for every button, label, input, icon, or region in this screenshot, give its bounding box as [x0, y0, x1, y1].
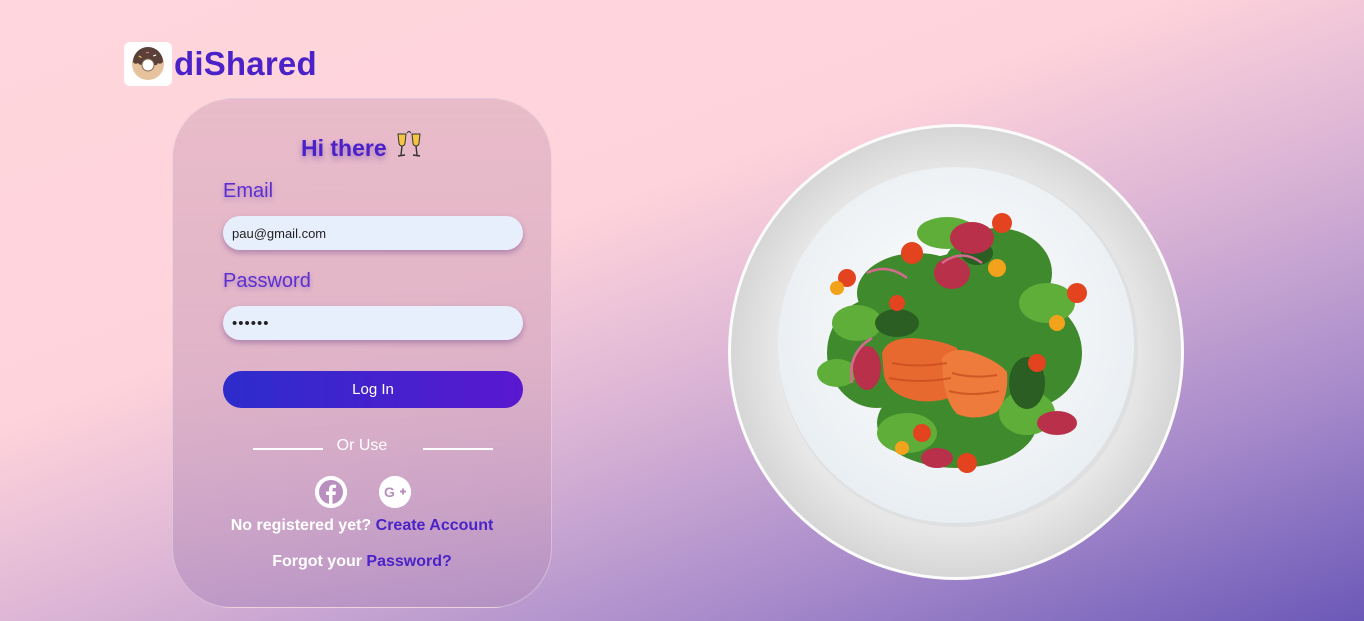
forgot-line: Forgot your Password? — [173, 553, 551, 571]
divider-line-right — [423, 448, 493, 450]
svg-text:G: G — [384, 484, 395, 500]
greeting-heading: Hi there — [173, 130, 551, 165]
facebook-icon[interactable] — [315, 476, 347, 508]
login-card: Hi there Email Password Log In Or Use — [172, 98, 552, 608]
clinking-glasses-icon — [395, 130, 423, 165]
brand[interactable]: diShared — [124, 42, 317, 86]
greeting-text: Hi there — [300, 135, 387, 161]
password-field[interactable] — [223, 306, 523, 340]
register-prompt: No registered yet? — [230, 517, 372, 534]
password-label: Password — [223, 270, 311, 292]
email-label: Email — [223, 180, 274, 202]
salmon-salad-plate — [727, 123, 1185, 581]
forgot-password-link[interactable]: Password? — [366, 553, 451, 570]
google-plus-icon[interactable]: G — [379, 476, 411, 508]
or-use-divider: Or Use — [173, 437, 551, 457]
email-field[interactable] — [223, 216, 523, 250]
register-line: No registered yet? Create Account — [173, 517, 551, 535]
brand-name: diShared — [174, 45, 317, 82]
forgot-prompt: Forgot your — [272, 553, 362, 570]
donut-logo-icon — [124, 42, 172, 86]
login-button[interactable]: Log In — [223, 371, 523, 408]
create-account-link[interactable]: Create Account — [376, 517, 494, 534]
or-use-text: Or Use — [336, 437, 388, 454]
